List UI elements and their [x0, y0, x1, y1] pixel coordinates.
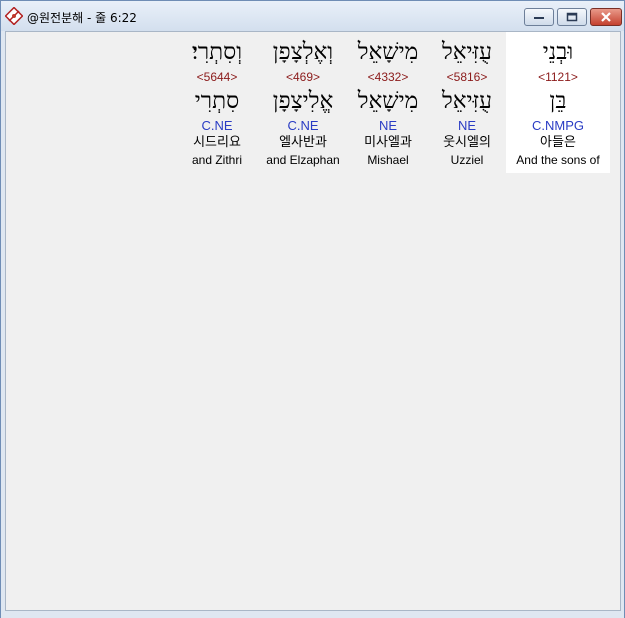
- korean-gloss: 미사엘과: [364, 135, 412, 150]
- minimize-icon: [534, 17, 544, 19]
- korean-gloss: 엘사반과: [279, 135, 327, 150]
- word-column-1[interactable]: וּבְנֵי <1121> בֵּן C.NMPG 아들은 And the s…: [506, 32, 610, 173]
- maximize-button[interactable]: [557, 8, 587, 26]
- english-gloss: And the sons of: [516, 153, 600, 167]
- hebrew-lexeme: עֻזִּיאֵל: [441, 88, 493, 114]
- english-gloss: and Elzaphan: [266, 153, 340, 167]
- hebrew-lexeme: בֵּן: [549, 88, 567, 114]
- minimize-button[interactable]: [524, 8, 554, 26]
- hebrew-lexeme: אֱלִיצָפָן: [272, 88, 334, 114]
- korean-gloss: 시드리요: [193, 135, 241, 150]
- strong-number[interactable]: <1121>: [538, 69, 578, 85]
- word-column-4[interactable]: וְאֶלְצָפָן <469> אֱלִיצָפָן C.NE 엘사반과 a…: [258, 32, 348, 173]
- hebrew-word: מִישָׁאֵל: [357, 39, 419, 65]
- word-column-3[interactable]: מִישָׁאֵל <4332> מִישָׁאֵל NE 미사엘과 Misha…: [348, 32, 428, 173]
- hebrew-word: עֻזִּיאֵל: [441, 39, 493, 65]
- close-button[interactable]: [590, 8, 622, 26]
- word-column-5[interactable]: וְסִתְרִי׃ <5644> סִתְרִי C.NE 시드리요 and …: [176, 32, 258, 173]
- korean-gloss: 웃시엘의: [443, 135, 491, 150]
- morphology-code: C.NE: [201, 118, 233, 133]
- app-window: @원전분해 - 줄 6:22 וּבְנֵי <1121> בֵּן C.NMP…: [0, 0, 625, 618]
- title-bar[interactable]: @원전분해 - 줄 6:22: [1, 1, 624, 31]
- word-column-2[interactable]: עֻזִּיאֵל <5816> עֻזִּיאֵל NE 웃시엘의 Uzzie…: [428, 32, 506, 173]
- hebrew-lexeme: סִתְרִי: [194, 88, 240, 114]
- maximize-icon: [566, 12, 578, 22]
- close-icon: [601, 12, 611, 22]
- hebrew-word: וְסִתְרִי׃: [191, 39, 243, 65]
- window-bottom-border: [1, 611, 624, 618]
- korean-gloss: 아들은: [540, 135, 576, 150]
- interlinear-pane[interactable]: וּבְנֵי <1121> בֵּן C.NMPG 아들은 And the s…: [5, 31, 621, 611]
- english-gloss: Mishael: [367, 153, 409, 167]
- english-gloss: Uzziel: [450, 153, 484, 167]
- strong-number[interactable]: <469>: [286, 69, 320, 85]
- morphology-code: NE: [378, 118, 398, 133]
- morphology-code: NE: [457, 118, 477, 133]
- window-title: @원전분해 - 줄 6:22: [27, 11, 137, 25]
- strong-number[interactable]: <4332>: [368, 69, 409, 85]
- hebrew-word: וְאֶלְצָפָן: [272, 39, 334, 65]
- strong-number[interactable]: <5644>: [197, 69, 238, 85]
- morphology-code: C.NMPG: [532, 118, 584, 133]
- app-icon[interactable]: [4, 6, 24, 26]
- english-gloss: and Zithri: [191, 153, 243, 167]
- hebrew-lexeme: מִישָׁאֵל: [357, 88, 419, 114]
- strong-number[interactable]: <5816>: [447, 69, 488, 85]
- morphology-code: C.NE: [287, 118, 319, 133]
- hebrew-word: וּבְנֵי: [542, 39, 574, 65]
